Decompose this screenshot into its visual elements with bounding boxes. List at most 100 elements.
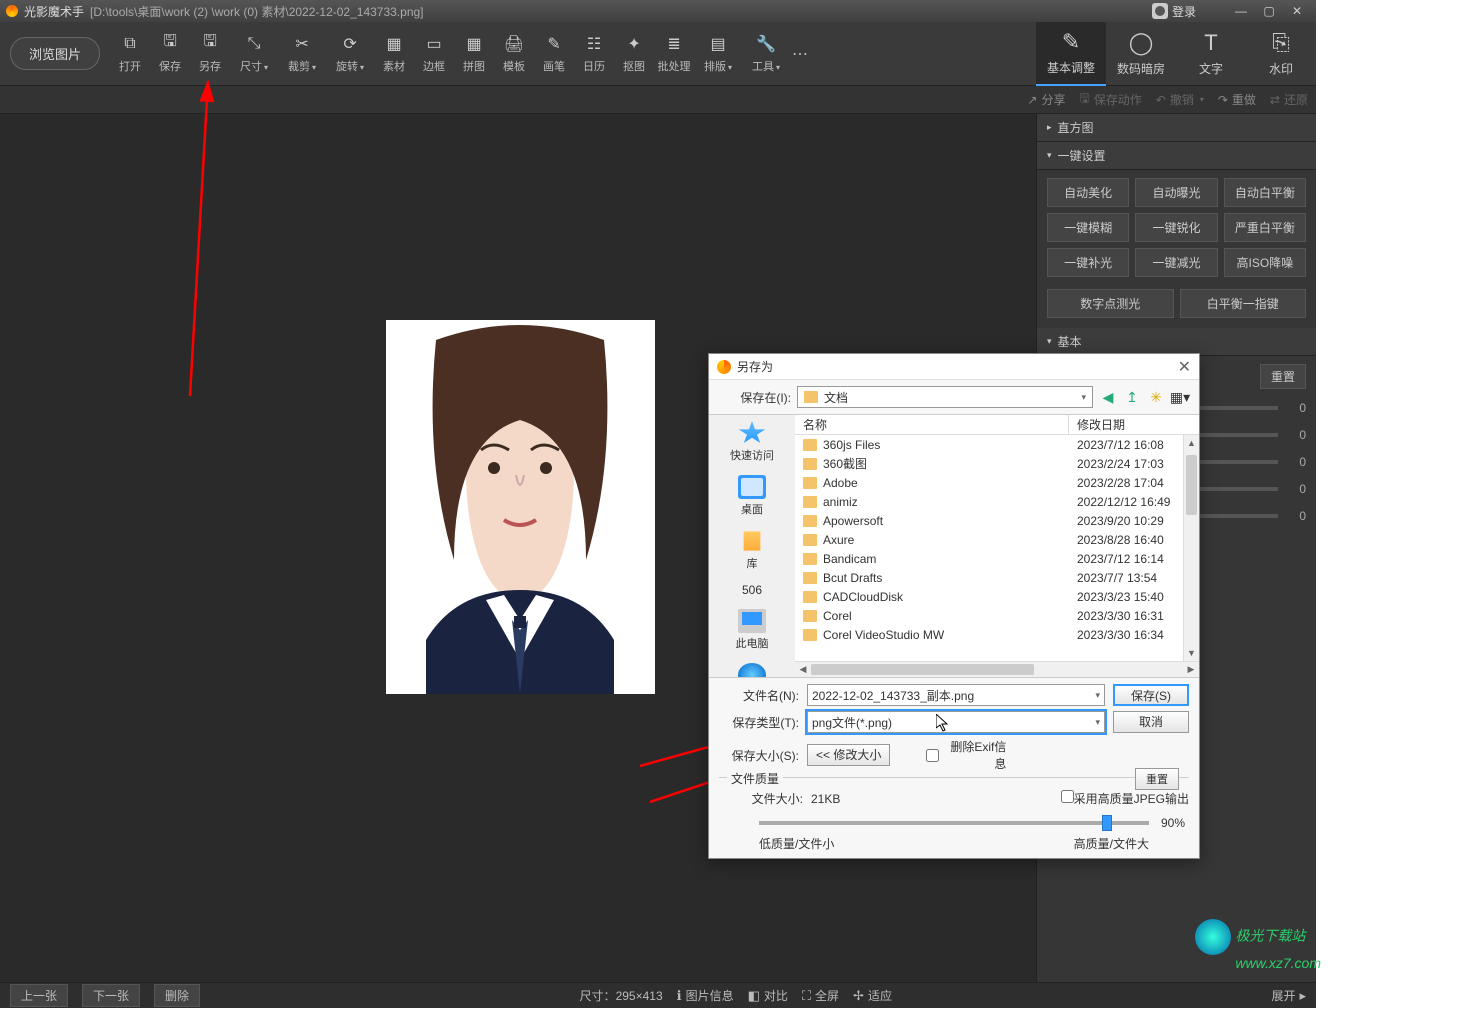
close-button[interactable]: ✕ [1284,2,1310,20]
horizontal-scrollbar[interactable]: ◀▶ [795,661,1199,677]
filename-input[interactable]: 2022-12-02_143733_副本.png▾ [807,684,1105,706]
up-icon[interactable]: ↥ [1123,388,1141,406]
preset-一键减光[interactable]: 一键减光 [1135,248,1217,277]
mode-tab-水印[interactable]: ⎘水印 [1246,22,1316,86]
file-row[interactable]: animiz2022/12/12 16:49 [795,492,1199,511]
back-icon[interactable]: ◀ [1099,388,1117,406]
action-bar: ↗分享 🖫保存动作 ↶撤销▾ ↷重做 ⇄还原 [0,86,1316,114]
mode-icon: ◯ [1129,30,1154,56]
file-row[interactable]: 360截图2023/2/24 17:03 [795,454,1199,473]
tool-工具[interactable]: 🔧工具▾ [742,30,790,78]
file-path: [D:\tools\桌面\work (2) \work (0) 素材\2022-… [90,3,423,20]
compare-button[interactable]: ◧对比 [748,987,788,1004]
hq-jpeg-checkbox[interactable]: 采用高质量JPEG输出 [1061,790,1189,807]
fullscreen-button[interactable]: ⛶全屏 [802,987,839,1004]
sidebar-quick-access[interactable]: 快速访问 [730,421,774,463]
tool-抠图[interactable]: ✦抠图 [614,30,654,78]
quality-slider[interactable]: 90% [759,813,1149,833]
tool-打开[interactable]: ⧉打开 [110,30,150,78]
sidebar-network[interactable]: 网络 [738,663,766,678]
preset-高ISO降噪[interactable]: 高ISO降噪 [1224,248,1306,277]
basic-reset-button[interactable]: 重置 [1260,364,1306,389]
share-button[interactable]: ↗分享 [1027,91,1065,108]
tool-拼图[interactable]: ▦拼图 [454,30,494,78]
tool-素材[interactable]: ▦素材 [374,30,414,78]
expand-button[interactable]: 展开▸ [1271,987,1306,1004]
file-row[interactable]: Corel VideoStudio MW2023/3/30 16:34 [795,625,1199,644]
dialog-close-button[interactable]: ✕ [1178,357,1191,377]
browse-images-button[interactable]: 浏览图片 [10,37,100,70]
size-label: 尺寸：295×413 [580,987,663,1004]
file-row[interactable]: Axure2023/8/28 16:40 [795,530,1199,549]
tool-模板[interactable]: 🖨模板 [494,30,534,78]
mode-tab-数码暗房[interactable]: ◯数码暗房 [1106,22,1176,86]
image-info-button[interactable]: ℹ图片信息 [677,987,734,1004]
preset-一键模糊[interactable]: 一键模糊 [1047,213,1129,242]
tool-icon: ⤡ [244,34,264,54]
tool-icon: ≣ [664,34,684,54]
sidebar-libraries[interactable]: 库 [738,529,766,571]
tool-icon: ▦ [464,34,484,54]
tool-icon: ⟳ [340,34,360,54]
view-menu-icon[interactable]: ▦▾ [1171,388,1189,406]
quality-value: 90% [1161,816,1185,830]
save-button[interactable]: 保存(S) [1113,684,1189,706]
quality-reset-button[interactable]: 重置 [1135,768,1179,790]
restore-button: ⇄还原 [1270,91,1308,108]
presets-header[interactable]: ▾一键设置 [1037,142,1316,170]
preset-自动美化[interactable]: 自动美化 [1047,178,1129,207]
file-row[interactable]: Corel2023/3/30 16:31 [795,606,1199,625]
file-row[interactable]: Bcut Drafts2023/7/7 13:54 [795,568,1199,587]
redo-button[interactable]: ↷重做 [1218,91,1256,108]
tool-批处理[interactable]: ≣批处理 [654,30,694,78]
toolbar-more[interactable]: ⋯ [790,44,810,64]
preset-数字点测光[interactable]: 数字点测光 [1047,289,1174,318]
file-row[interactable]: Bandicam2023/7/12 16:14 [795,549,1199,568]
tool-另存[interactable]: 🖫另存 [190,30,230,78]
delete-exif-checkbox[interactable]: 删除Exif信息 [926,738,1006,772]
prev-button[interactable]: 上一张 [10,984,68,1007]
file-row[interactable]: 360js Files2023/7/12 16:08 [795,435,1199,454]
minimize-button[interactable]: — [1228,2,1254,20]
basic-header[interactable]: ▾基本 [1037,328,1316,356]
mode-tab-文字[interactable]: T文字 [1176,22,1246,86]
file-row[interactable]: Apowersoft2023/9/20 10:29 [795,511,1199,530]
next-button[interactable]: 下一张 [82,984,140,1007]
fit-button[interactable]: ✢适应 [853,987,892,1004]
tool-icon: ▦ [384,34,404,54]
preset-自动白平衡[interactable]: 自动白平衡 [1224,178,1306,207]
new-folder-icon[interactable]: ✳ [1147,388,1165,406]
preset-一键锐化[interactable]: 一键锐化 [1135,213,1217,242]
vertical-scrollbar[interactable]: ▲▼ [1183,435,1199,661]
tool-裁剪[interactable]: ✂裁剪▾ [278,30,326,78]
sidebar-desktop[interactable]: 桌面 [738,475,766,517]
tool-画笔[interactable]: ✎画笔 [534,30,574,78]
tool-尺寸[interactable]: ⤡尺寸▾ [230,30,278,78]
tool-旋转[interactable]: ⟳旋转▾ [326,30,374,78]
filetype-select[interactable]: png文件(*.png)▾ [807,711,1105,733]
column-name[interactable]: 名称 [795,415,1069,434]
filetype-label: 保存类型(T): [719,714,799,731]
tool-边框[interactable]: ▭边框 [414,30,454,78]
modify-size-button[interactable]: << 修改大小 [807,744,890,766]
preset-白平衡一指键[interactable]: 白平衡一指键 [1180,289,1307,318]
tool-保存[interactable]: 🖫保存 [150,30,190,78]
file-row[interactable]: Adobe2023/2/28 17:04 [795,473,1199,492]
save-in-select[interactable]: 文档 ▾ [797,386,1093,408]
histogram-header[interactable]: ▸直方图 [1037,114,1316,142]
maximize-button[interactable]: ▢ [1256,2,1282,20]
delete-button[interactable]: 删除 [154,984,200,1007]
file-row[interactable]: CADCloudDisk2023/3/23 15:40 [795,587,1199,606]
preset-自动曝光[interactable]: 自动曝光 [1135,178,1217,207]
preset-严重白平衡[interactable]: 严重白平衡 [1224,213,1306,242]
cancel-button[interactable]: 取消 [1113,711,1189,733]
tool-日历[interactable]: ☷日历 [574,30,614,78]
sidebar-this-pc[interactable]: 此电脑 [736,609,769,651]
login-label[interactable]: 登录 [1172,3,1196,20]
filesize-label: 保存大小(S): [719,747,799,764]
mode-tab-基本调整[interactable]: ✎基本调整 [1036,22,1106,86]
folder-icon [803,629,817,641]
tool-排版[interactable]: ▤排版▾ [694,30,742,78]
preset-一键补光[interactable]: 一键补光 [1047,248,1129,277]
column-date[interactable]: 修改日期 [1069,415,1199,434]
